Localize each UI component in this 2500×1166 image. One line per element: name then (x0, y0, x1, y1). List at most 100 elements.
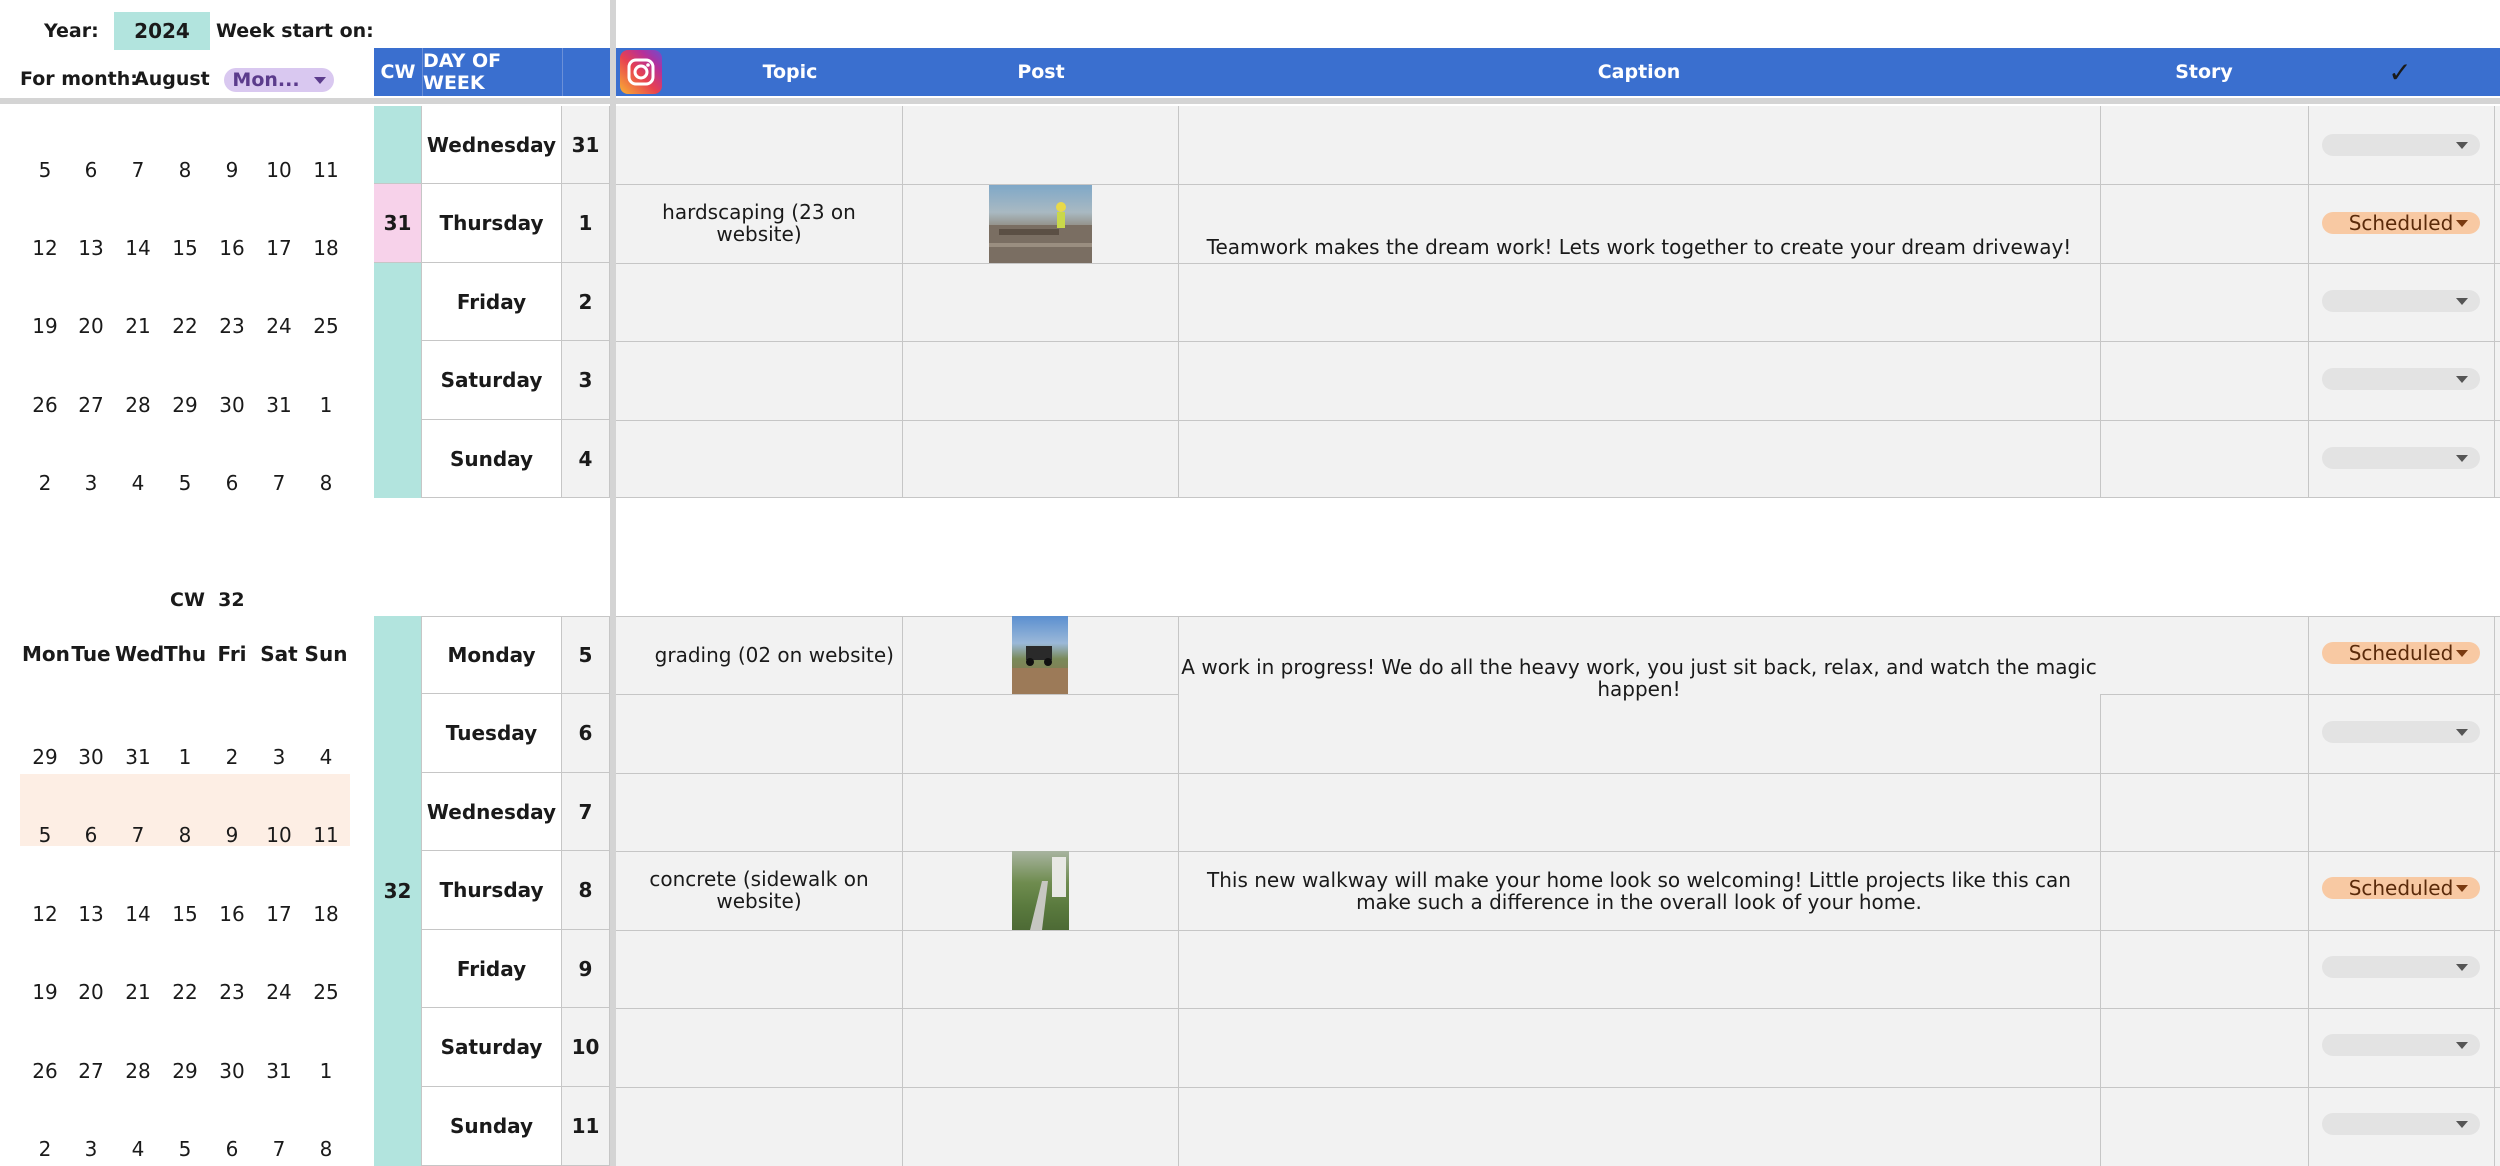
calendar-day: 12 (32, 902, 58, 926)
calendar-title: CW 32 (170, 589, 245, 611)
month-value[interactable]: August (134, 68, 210, 90)
calendar-day: 13 (78, 902, 104, 926)
month-label: For month: (20, 68, 138, 90)
cw-cell-week31-bottom (374, 263, 422, 498)
status-label: Scheduled (2348, 876, 2454, 900)
header-date (562, 48, 610, 96)
date-cell: 5 (562, 616, 610, 694)
calendar-day: 8 (319, 471, 333, 495)
cw-cell-week32: 32 (374, 616, 422, 1166)
status-dropdown[interactable] (2322, 721, 2480, 743)
post-image[interactable] (1012, 851, 1069, 930)
calendar-day: 26 (32, 393, 58, 417)
calendar-day: 7 (272, 471, 286, 495)
calendar-day: 7 (131, 158, 145, 182)
chevron-down-icon (2456, 650, 2468, 657)
calendar-day: 17 (266, 236, 292, 260)
status-dropdown[interactable] (2322, 1034, 2480, 1056)
date-cell: 3 (562, 341, 610, 420)
status-dropdown[interactable]: Scheduled (2322, 876, 2480, 900)
calendar-day: 2 (38, 471, 52, 495)
col-divider (2494, 616, 2495, 1166)
calendar-day: 1 (319, 1059, 333, 1083)
date-cell: 4 (562, 420, 610, 498)
chevron-down-icon (2456, 220, 2468, 227)
status-label: Scheduled (2348, 641, 2454, 665)
calendar-day: 31 (266, 393, 292, 417)
calendar-day: 30 (219, 1059, 245, 1083)
calendar-day: 4 (131, 471, 145, 495)
day-cell: Saturday (422, 341, 562, 420)
calendar-day: 6 (225, 471, 239, 495)
status-dropdown[interactable] (2322, 290, 2480, 312)
status-dropdown[interactable] (2322, 368, 2480, 390)
row-divider (2100, 694, 2500, 695)
calendar-weekday: Thu (163, 642, 207, 666)
calendar-day: 25 (313, 980, 339, 1004)
status-dropdown[interactable]: Scheduled (2322, 211, 2480, 235)
row-divider (616, 1087, 2500, 1088)
header-story: Story (2175, 61, 2233, 83)
calendar-weekday: Wed (115, 642, 165, 666)
col-divider (2308, 106, 2309, 498)
day-cell: Wednesday (422, 106, 562, 184)
caption-cell[interactable]: This new walkway will make your home loo… (1180, 858, 2098, 924)
calendar-day: 4 (131, 1137, 145, 1161)
status-dropdown[interactable] (2322, 447, 2480, 469)
topic-cell[interactable]: hardscaping (23 on website) (618, 186, 900, 260)
chevron-down-icon (2456, 142, 2468, 149)
row-divider (616, 773, 2500, 774)
header-check: ✓ (2388, 55, 2412, 89)
calendar-day: 11 (313, 823, 339, 847)
calendar-day: 11 (313, 158, 339, 182)
caption-cell[interactable]: Teamwork makes the dream work! Lets work… (1180, 224, 2098, 270)
calendar-day: 7 (131, 823, 145, 847)
status-dropdown[interactable] (2322, 956, 2480, 978)
chevron-down-icon (2456, 1042, 2468, 1049)
date-cell: 7 (562, 773, 610, 851)
chevron-down-icon (2456, 298, 2468, 305)
calendar-day: 17 (266, 902, 292, 926)
post-image[interactable] (989, 185, 1092, 263)
calendar-day: 15 (172, 236, 198, 260)
calendar-day: 6 (225, 1137, 239, 1161)
week-start-dropdown[interactable]: Mon... (224, 68, 334, 92)
week-start-label: Week start on: (216, 20, 374, 42)
calendar-day: 8 (178, 158, 192, 182)
row-divider (616, 341, 2500, 342)
calendar-day: 14 (125, 236, 151, 260)
calendar-day: 31 (266, 1059, 292, 1083)
status-dropdown[interactable] (2322, 1113, 2480, 1135)
status-label: Scheduled (2348, 211, 2454, 235)
calendar-day: 21 (125, 314, 151, 338)
row-divider (616, 184, 2500, 185)
caption-cell[interactable]: A work in progress! We do all the heavy … (1180, 656, 2098, 700)
status-dropdown[interactable] (2322, 134, 2480, 156)
col-divider (2494, 106, 2495, 498)
year-input[interactable]: 2024 (114, 12, 210, 50)
chevron-down-icon (2456, 455, 2468, 462)
chevron-down-icon (2456, 964, 2468, 971)
calendar-day: 30 (219, 393, 245, 417)
post-image[interactable] (1012, 616, 1068, 694)
topic-cell[interactable]: grading (02 on website) (618, 618, 900, 692)
calendar-day: 22 (172, 980, 198, 1004)
col-divider (1178, 106, 1179, 498)
calendar-day: 10 (266, 823, 292, 847)
calendar-day: 13 (78, 236, 104, 260)
chevron-down-icon (313, 76, 326, 84)
chevron-down-icon (2456, 376, 2468, 383)
calendar-day: 3 (84, 471, 98, 495)
topic-cell[interactable]: concrete (sidewalk on website) (618, 853, 900, 927)
status-dropdown[interactable]: Scheduled (2322, 641, 2480, 665)
week-start-value: Mon... (232, 69, 300, 91)
instagram-icon (620, 50, 662, 94)
calendar-day: 6 (84, 158, 98, 182)
calendar-day: 27 (78, 393, 104, 417)
col-divider (1178, 616, 1179, 1166)
calendar-day: 21 (125, 980, 151, 1004)
day-cell: Wednesday (422, 773, 562, 851)
calendar-day: 6 (84, 823, 98, 847)
calendar-day: 1 (319, 393, 333, 417)
calendar-day: 9 (225, 158, 239, 182)
